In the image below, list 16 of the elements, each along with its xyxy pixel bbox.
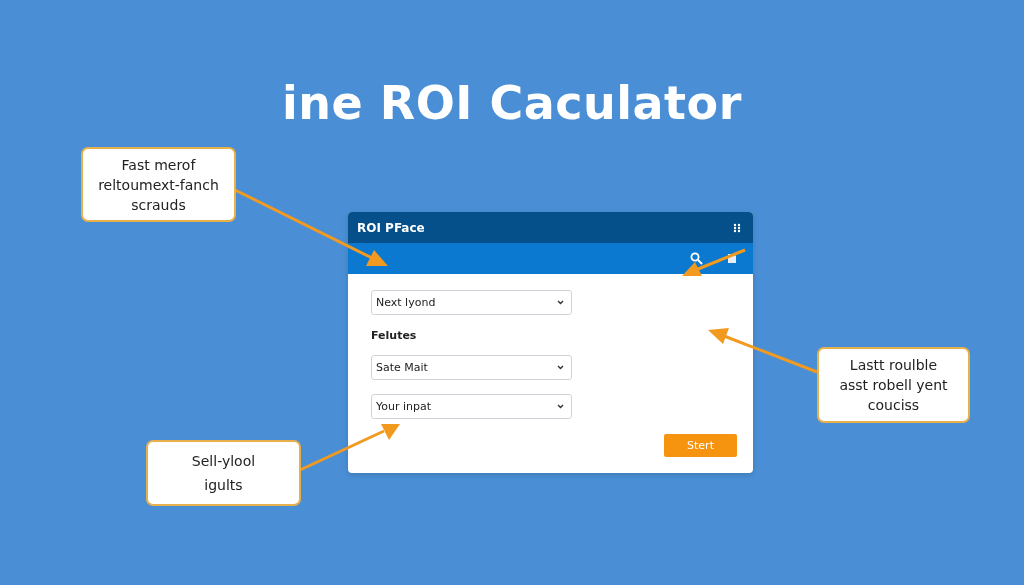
chevron-icon [557,300,564,305]
callout-note: Fast merof reltoumext-fanch scrauds [81,147,236,222]
arrow [682,248,746,276]
drag-handle-icon[interactable] [733,222,741,233]
panel-title: ROI PFace [357,220,425,235]
dropdown[interactable]: Next lyond [371,290,572,315]
section-label: Felutes [371,329,418,342]
dropdown[interactable]: Your inpat [371,394,572,419]
dropdown[interactable]: Sate Mait [371,355,572,380]
callout-note: Lastt roulble asst robell yent couciss [817,347,970,423]
callout-note: Sell-ylool igults [146,440,301,506]
search-icon[interactable] [690,252,703,265]
chevron-icon [557,404,564,409]
chevron-icon [557,365,564,370]
page-title: ine ROI Caculator [281,75,743,132]
document-icon[interactable] [727,253,737,264]
